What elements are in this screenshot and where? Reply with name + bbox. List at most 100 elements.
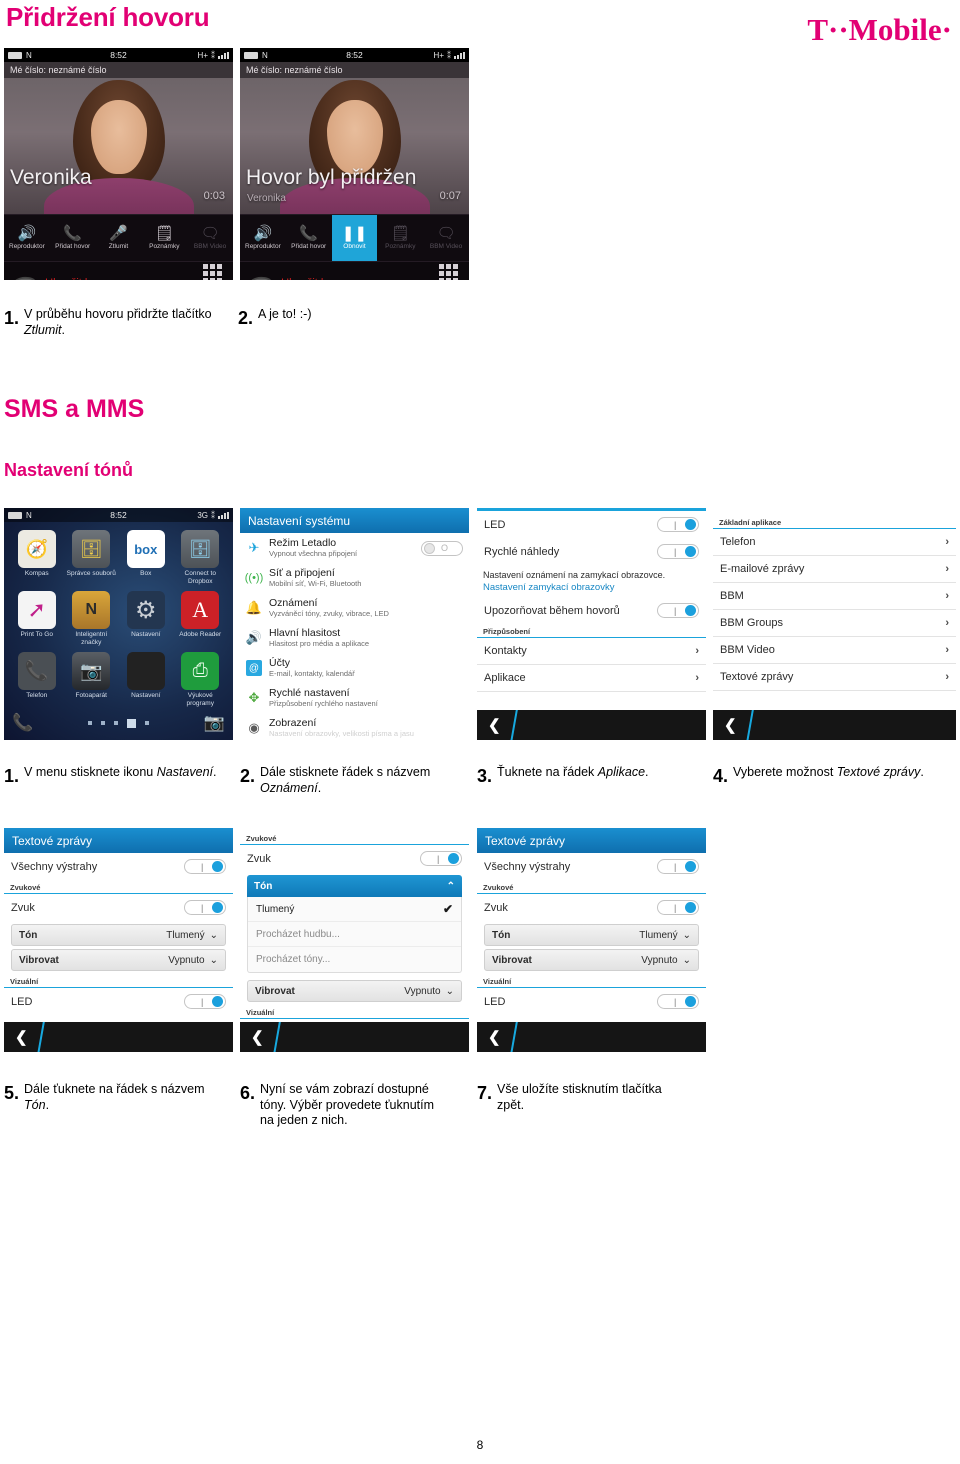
notif-row-kontakty[interactable]: Kontakty › [477, 638, 706, 665]
vibrate-dropdown[interactable]: Vibrovat Vypnuto ⌄ [484, 949, 699, 971]
lockscreen-settings-link[interactable]: Nastavení zamykací obrazovky [477, 581, 706, 597]
keypad-button[interactable]: Klávesnice [434, 264, 463, 280]
settings-row-accounts[interactable]: @ Účty E-mail, kontakty, kalendář [240, 653, 469, 683]
back-bar[interactable]: ❮ [713, 710, 956, 740]
settings-header: Textové zprávy [4, 828, 233, 853]
tz-row-sound[interactable]: Zvuk | [477, 894, 706, 921]
sound-toggle[interactable]: | [420, 851, 462, 866]
tz-row-all-alerts[interactable]: Všechny výstrahy | [4, 853, 233, 880]
call-action-resume[interactable]: ❚❚ Obnovit [331, 215, 378, 261]
tone-option-browse-tones[interactable]: Procházet tóny... [248, 947, 461, 972]
tone-dropdown[interactable]: Tón Tlumený ⌄ [484, 924, 699, 946]
tone-option-browse-music[interactable]: Procházet hudbu... [248, 922, 461, 947]
back-bar[interactable]: ❮ [4, 1022, 233, 1052]
page-dot[interactable] [145, 721, 149, 725]
notif-row-previews[interactable]: Rychlé náhledy | [477, 538, 706, 565]
call-action-label: Přidat hovor [291, 243, 327, 250]
during-calls-toggle[interactable]: | [657, 603, 699, 618]
back-bar[interactable]: ❮ [477, 710, 706, 740]
app-row-bbm-video[interactable]: BBM Video › [713, 637, 956, 664]
call-action-add-call[interactable]: 📞 Přidat hovor [50, 215, 96, 261]
back-bar[interactable]: ❮ [477, 1022, 706, 1052]
app-cell-smart-tags[interactable]: N Inteligentní značky [67, 591, 117, 647]
end-call-bar[interactable]: 📞 Ukončit hovor Klávesnice [4, 261, 233, 280]
page-dot[interactable] [101, 721, 105, 725]
screenshot-call-active: N 8:52 H+ ⁑ Mé číslo: neznámé číslo Vero… [4, 48, 233, 280]
app-cell-telefon[interactable]: 📞 Telefon [12, 652, 62, 708]
back-chevron-icon[interactable]: ❮ [724, 716, 737, 734]
back-chevron-icon[interactable]: ❮ [488, 716, 501, 734]
back-chevron-icon[interactable]: ❮ [251, 1028, 264, 1046]
airplane-toggle[interactable]: O [421, 540, 463, 556]
app-cell-file-manager[interactable]: 🗄 Správce souborů [67, 530, 117, 586]
app-cell-print-to-go[interactable]: ➚ Print To Go [12, 591, 62, 647]
keypad-button[interactable]: Klávesnice [198, 264, 227, 280]
call-action-speaker[interactable]: 🔊 Reproduktor [240, 215, 286, 261]
all-alerts-toggle[interactable]: | [184, 859, 226, 874]
notif-row-during-calls[interactable]: Upozorňovat během hovorů | [477, 597, 706, 624]
dock-camera-icon[interactable]: 📷 [204, 713, 225, 733]
tz-row-all-alerts[interactable]: Všechny výstrahy | [477, 853, 706, 880]
page-dot-active[interactable] [127, 718, 136, 728]
tz-row-led[interactable]: LED | [4, 988, 233, 1015]
app-cell-box[interactable]: box Box [121, 530, 171, 586]
call-action-notes[interactable]: 🗒 Poznámky [141, 215, 187, 261]
all-alerts-toggle[interactable]: | [657, 859, 699, 874]
led-toggle[interactable]: | [657, 517, 699, 532]
signal-type-label: 3G [197, 510, 208, 520]
section-heading-nastaveni-tonu: Nastavení tónů [4, 460, 134, 480]
app-row-email[interactable]: E-mailové zprávy › [713, 556, 956, 583]
vibrate-dropdown[interactable]: Vibrovat Vypnuto ⌄ [11, 949, 226, 971]
tz-row-sound[interactable]: Zvuk | [4, 894, 233, 921]
settings-row-display[interactable]: ◉ Zobrazení Nastavení obrazovky, velikos… [240, 713, 469, 740]
app-label: Box [140, 570, 152, 577]
app-cell-settings-tiles[interactable]: Nastavení [121, 652, 171, 708]
add-call-icon: 📞 [63, 225, 83, 242]
app-cell-dropbox[interactable]: 🗄 Connect to Dropbox [176, 530, 226, 586]
settings-row-airplane[interactable]: ✈ Režim Letadlo Vypnout všechna připojen… [240, 533, 469, 563]
led-toggle[interactable]: | [184, 994, 226, 1009]
page-dot[interactable] [88, 721, 92, 725]
call-action-add-call[interactable]: 📞 Přidat hovor [286, 215, 332, 261]
call-action-speaker[interactable]: 🔊 Reproduktor [4, 215, 50, 261]
settings-row-notifications[interactable]: 🔔 Oznámení Vyzváněcí tóny, zvuky, vibrac… [240, 593, 469, 623]
notif-row-aplikace[interactable]: Aplikace › [477, 665, 706, 692]
settings-row-network[interactable]: ((•)) Síť a připojení Mobilní síť, Wi-Fi… [240, 563, 469, 593]
tone-option-tlumeny[interactable]: Tlumený ✔ [248, 897, 461, 922]
app-row-bbm-groups[interactable]: BBM Groups › [713, 610, 956, 637]
call-action-mute[interactable]: 🎤 Ztlumit [96, 215, 142, 261]
tz-row-sound[interactable]: Zvuk | [240, 845, 469, 872]
back-bar[interactable]: ❮ [240, 1022, 469, 1052]
app-cell-settings-gear[interactable]: ⚙ Nastavení [121, 591, 171, 647]
previews-toggle[interactable]: | [657, 544, 699, 559]
settings-row-quick-settings[interactable]: ✥ Rychlé nastavení Přizpůsobení rychlého… [240, 683, 469, 713]
app-row-textove-zpravy[interactable]: Textové zprávy › [713, 664, 956, 691]
app-cell-adobe-reader[interactable]: A Adobe Reader [176, 591, 226, 647]
sound-toggle[interactable]: | [184, 900, 226, 915]
led-toggle[interactable]: | [657, 994, 699, 1009]
app-cell-tutorials[interactable]: ⎙ Výukové programy [176, 652, 226, 708]
tone-dropdown-header[interactable]: Tón ⌃ [247, 875, 462, 897]
print-to-go-icon: ➚ [17, 591, 56, 629]
back-chevron-icon[interactable]: ❮ [15, 1028, 28, 1046]
caller-name: Veronika [10, 166, 92, 189]
settings-row-volume[interactable]: 🔊 Hlavní hlasitost Hlasitost pro média a… [240, 623, 469, 653]
app-row-bbm[interactable]: BBM › [713, 583, 956, 610]
row-label: Aplikace [484, 672, 526, 684]
back-chevron-icon[interactable]: ❮ [488, 1028, 501, 1046]
tone-dropdown[interactable]: Tón Tlumený ⌄ [11, 924, 226, 946]
app-row-telefon[interactable]: Telefon › [713, 529, 956, 556]
end-call-bar[interactable]: 📞 Ukončit hovor Klávesnice [240, 261, 469, 280]
dock-phone-icon[interactable]: 📞 [12, 713, 33, 733]
vibrate-dropdown[interactable]: Vibrovat Vypnuto ⌄ [247, 980, 462, 1002]
sound-toggle[interactable]: | [657, 900, 699, 915]
app-cell-kompas[interactable]: 🧭 Kompas [12, 530, 62, 586]
settings-row-title: Hlavní hlasitost [269, 627, 341, 639]
call-action-bbm-video[interactable]: 🗨 BBM Video [187, 215, 233, 261]
page-dot[interactable] [114, 721, 118, 725]
call-action-notes[interactable]: 🗒 Poznámky [377, 215, 423, 261]
call-action-bbm-video[interactable]: 🗨 BBM Video [423, 215, 469, 261]
app-cell-fotoaparat[interactable]: 📷 Fotoaparát [67, 652, 117, 708]
notif-row-led[interactable]: LED | [477, 511, 706, 538]
tz-row-led[interactable]: LED | [477, 988, 706, 1015]
